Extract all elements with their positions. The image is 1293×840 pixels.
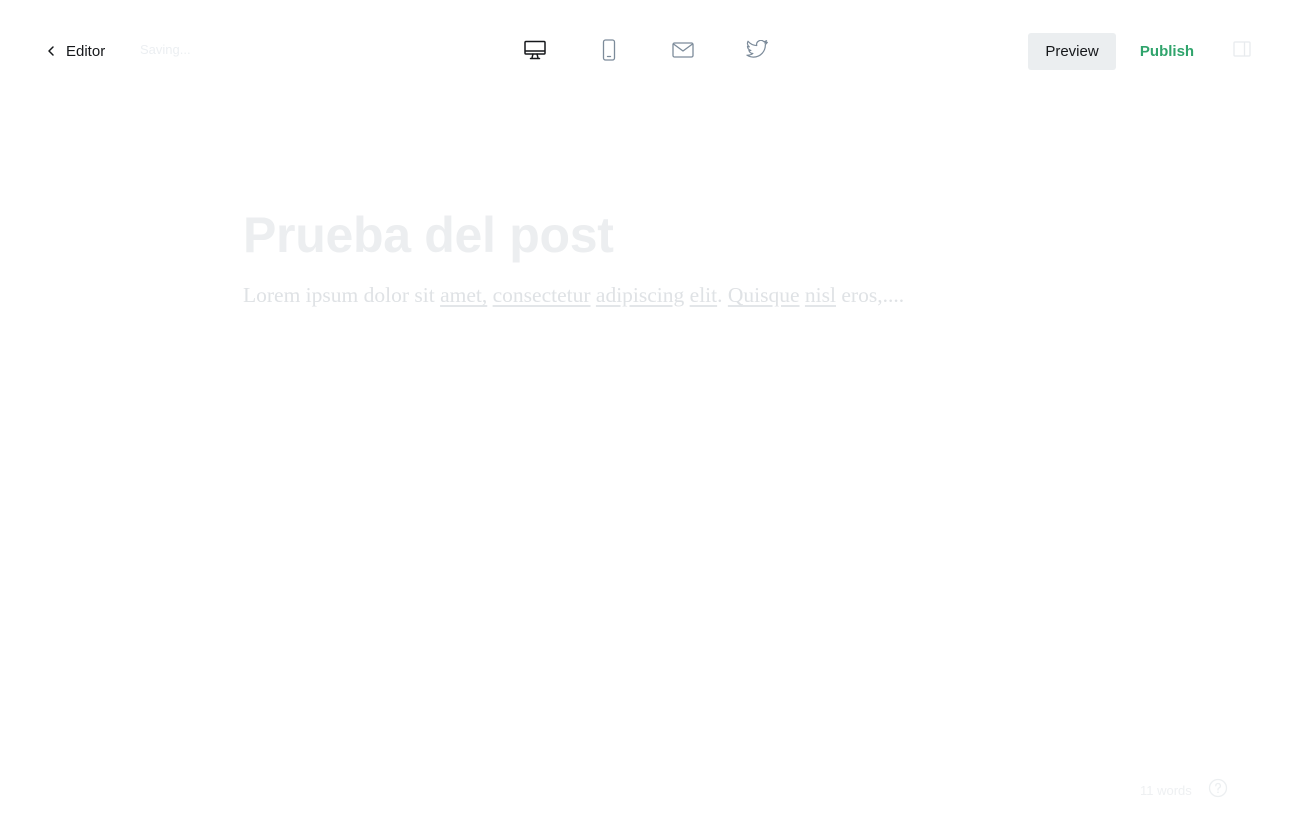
help-icon xyxy=(1208,778,1228,803)
back-label: Editor xyxy=(66,42,106,60)
body-link[interactable]: consectetur xyxy=(493,283,591,307)
sidebar-toggle-icon xyxy=(1233,40,1251,62)
post-body[interactable]: Lorem ipsum dolor sit amet, consectetur … xyxy=(243,280,1043,310)
word-count: 11 words xyxy=(1140,782,1192,798)
back-to-editor-link[interactable]: Editor xyxy=(44,38,105,64)
settings-sidebar-toggle[interactable] xyxy=(1230,40,1254,62)
body-link[interactable]: adipiscing xyxy=(596,283,684,307)
body-text: Lorem ipsum dolor sit xyxy=(243,283,441,307)
body-text: . xyxy=(717,283,728,307)
twitter-icon xyxy=(746,39,768,64)
chevron-left-icon xyxy=(44,44,58,58)
device-twitter-button[interactable] xyxy=(730,32,784,72)
post-editor: Prueba del post Lorem ipsum dolor sit am… xyxy=(243,196,1043,310)
email-icon xyxy=(672,41,694,63)
preview-button[interactable]: Preview xyxy=(1028,33,1116,70)
editor-footer: 11 words xyxy=(1140,776,1228,804)
publish-button[interactable]: Publish xyxy=(1130,33,1204,70)
body-link[interactable]: elit xyxy=(690,283,717,307)
body-link[interactable]: amet, xyxy=(440,283,487,307)
editor-header: Editor Saving... Preview Publish xyxy=(0,0,1293,102)
help-button[interactable] xyxy=(1208,778,1228,803)
device-desktop-button[interactable] xyxy=(508,32,562,72)
save-status: Saving... xyxy=(140,42,191,57)
post-title[interactable]: Prueba del post xyxy=(243,196,1043,274)
device-email-button[interactable] xyxy=(656,32,710,72)
body-text: eros,.... xyxy=(836,283,905,307)
preview-device-switch xyxy=(508,32,784,72)
body-link[interactable]: Quisque xyxy=(728,283,800,307)
mobile-icon xyxy=(602,38,616,66)
device-mobile-button[interactable] xyxy=(582,32,636,72)
desktop-icon xyxy=(524,40,546,65)
body-link[interactable]: nisl xyxy=(805,283,836,307)
